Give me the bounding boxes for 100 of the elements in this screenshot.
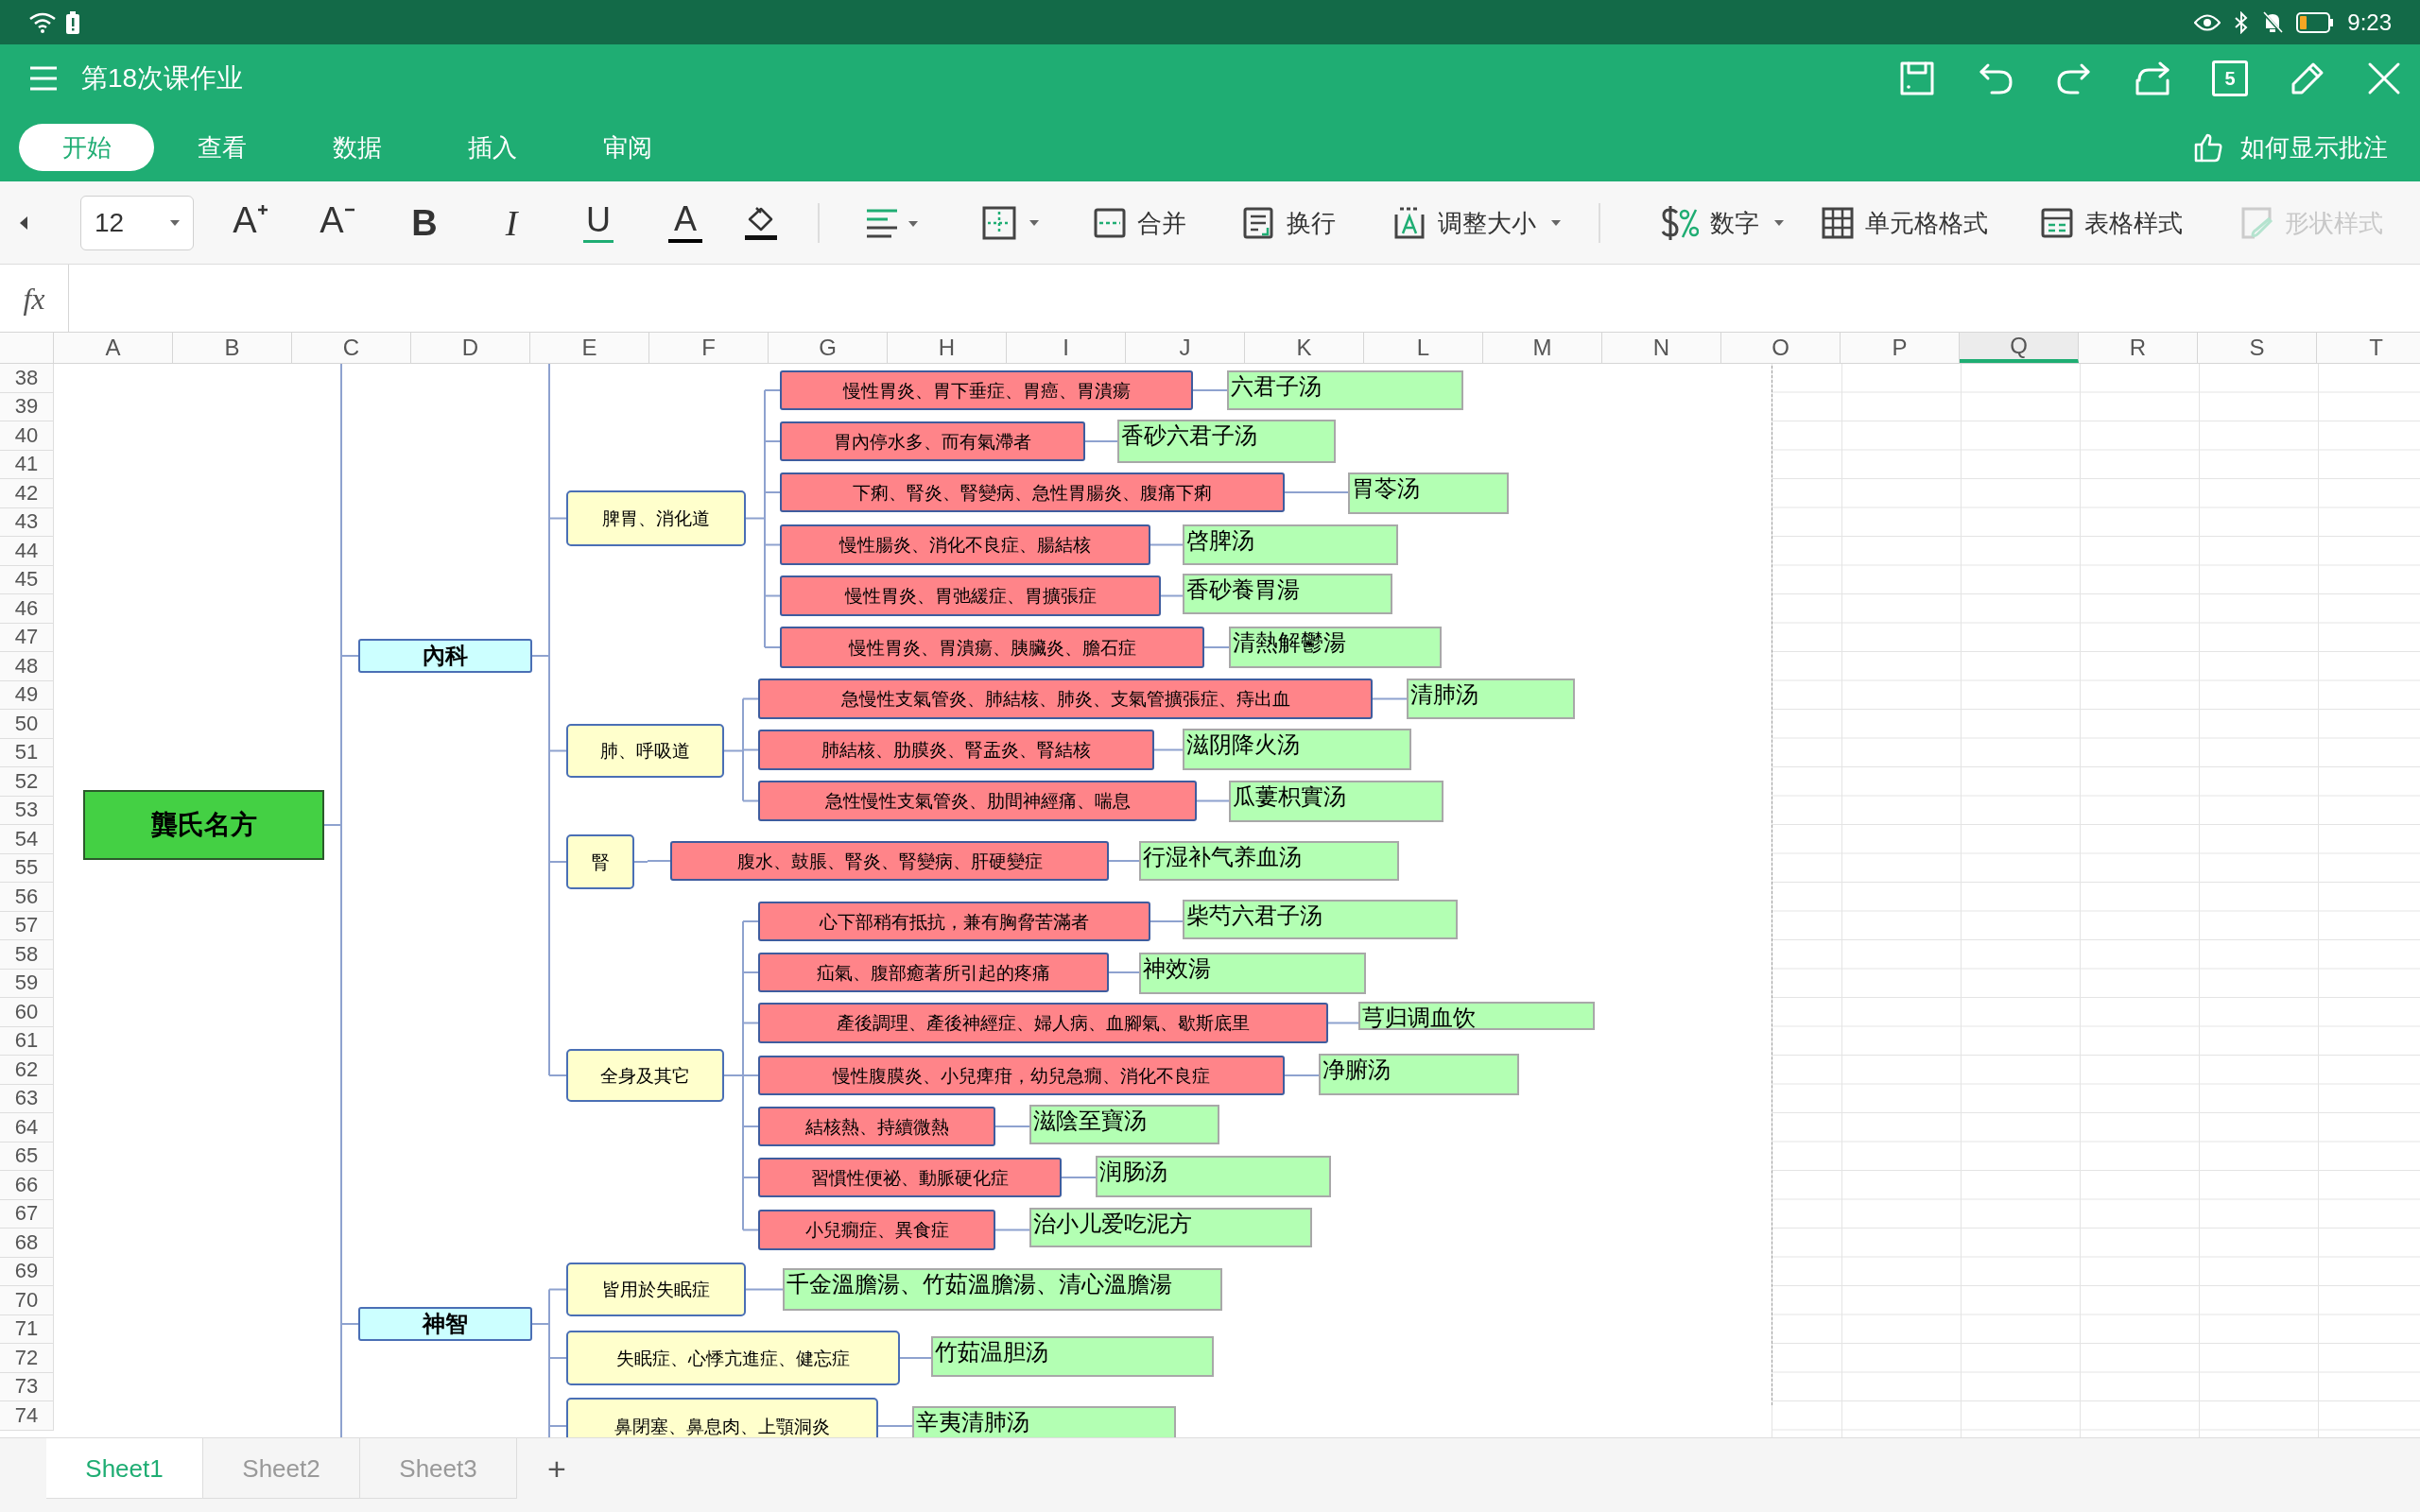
row-number[interactable]: 70 [0,1286,54,1315]
row-number[interactable]: 69 [0,1257,54,1286]
column-header[interactable]: S [2198,333,2317,363]
font-size-dropdown[interactable]: 12 [80,195,194,250]
increase-font-button[interactable]: A [220,194,281,251]
row-number[interactable]: 46 [0,594,54,624]
column-header[interactable]: E [530,333,649,363]
column-header[interactable]: Q [1960,333,2079,363]
row-number[interactable]: 42 [0,479,54,508]
symptom-node: 產後調理、產後神經症、婦人病、血腳氣、歇斯底里 [758,1003,1328,1043]
row-number[interactable]: 68 [0,1228,54,1258]
column-header[interactable]: D [411,333,530,363]
row-number[interactable]: 39 [0,392,54,421]
row-number[interactable]: 44 [0,537,54,566]
toolbar-button[interactable]: 表格样式 [2041,194,2183,251]
row-number[interactable]: 49 [0,680,54,710]
row-number[interactable]: 71 [0,1314,54,1344]
bell-off-icon [2262,10,2284,34]
row-number[interactable]: 55 [0,853,54,883]
column-header[interactable]: A [54,333,173,363]
dropdown-caret-icon [170,219,180,226]
column-header[interactable]: F [649,333,769,363]
formula-node: 柴芍六君子汤 [1183,900,1458,939]
row-number[interactable]: 48 [0,652,54,681]
italic-button[interactable]: I [481,194,542,251]
row-number[interactable]: 51 [0,738,54,767]
column-header[interactable]: G [769,333,888,363]
formula-node: 滋陰至寶汤 [1029,1105,1219,1144]
column-header[interactable]: T [2317,333,2420,363]
connector-line [1061,1177,1097,1178]
underline-button[interactable]: U [568,194,629,251]
formula-node: 润肠汤 [1096,1156,1331,1197]
row-number[interactable]: 74 [0,1401,54,1431]
row-number[interactable]: 47 [0,623,54,652]
toolbar-button[interactable]: 单元格格式 [1822,194,1988,251]
connector-line [994,1228,1030,1231]
column-header[interactable]: N [1602,333,1721,363]
row-number[interactable]: 52 [0,767,54,797]
row-number[interactable]: 64 [0,1113,54,1143]
row-number[interactable]: 56 [0,883,54,912]
row-number[interactable]: 62 [0,1056,54,1085]
column-header[interactable]: R [2079,333,2198,363]
row-number[interactable]: 73 [0,1372,54,1401]
row-number[interactable]: 58 [0,940,54,970]
column-header[interactable]: L [1364,333,1483,363]
formula-node: 治小儿爱吃泥方 [1029,1208,1312,1247]
connector-line [1372,697,1408,700]
toolbar-button[interactable]: 合并 [1094,194,1186,251]
currency-percent-icon [1661,204,1699,241]
row-number[interactable]: 61 [0,1026,54,1056]
symptom-node: 結核熱、持續微熱 [758,1107,995,1146]
column-header[interactable]: C [292,333,411,363]
connector-line [1108,971,1140,973]
bluetooth-icon [2234,10,2250,34]
column-header[interactable]: I [1007,333,1126,363]
row-number[interactable]: 59 [0,969,54,998]
column-header[interactable]: H [888,333,1007,363]
row-number[interactable]: 43 [0,507,54,537]
row-number[interactable]: 38 [0,364,54,393]
row-number[interactable]: 63 [0,1084,54,1113]
row-number[interactable]: 57 [0,911,54,940]
row-number[interactable]: 60 [0,998,54,1027]
font-color-button[interactable]: A [655,194,716,251]
clock-time: 9:23 [2347,10,2392,34]
grid-table-icon [1822,206,1854,239]
add-sheet-button[interactable]: + [538,1438,576,1499]
column-header[interactable]: J [1126,333,1245,363]
row-number[interactable]: 66 [0,1171,54,1200]
menu-icon[interactable] [28,66,59,91]
formula-node: 竹茹温胆汤 [931,1336,1214,1377]
row-number[interactable]: 45 [0,565,54,594]
subcategory-node: 全身及其它 [566,1049,724,1102]
column-header[interactable]: K [1245,333,1364,363]
share-icon[interactable] [2134,60,2171,97]
row-number[interactable]: 40 [0,421,54,451]
borders-icon[interactable] [982,205,1041,240]
row-number[interactable]: 67 [0,1199,54,1228]
battery-icon [2296,11,2335,33]
thumbs-up-icon[interactable] [2193,131,2223,163]
row-number[interactable]: 50 [0,710,54,739]
scroll-left-icon[interactable] [19,215,28,231]
row-number[interactable]: 54 [0,825,54,854]
minus-icon [343,207,355,212]
row-number[interactable]: 41 [0,450,54,479]
toolbar-button[interactable]: 调整大小 [1392,194,1561,251]
save-icon[interactable] [1898,60,1936,97]
row-number[interactable]: 72 [0,1344,54,1373]
row-number[interactable]: 53 [0,796,54,825]
connector-line [994,1125,1030,1127]
column-header[interactable]: B [173,333,292,363]
column-header[interactable]: M [1483,333,1602,363]
decrease-font-button[interactable]: A [307,194,368,251]
row-number[interactable]: 65 [0,1142,54,1171]
close-icon[interactable] [2367,61,2401,95]
connector-line [1153,748,1184,751]
formula-node: 清肺汤 [1407,679,1575,719]
toolbar-button[interactable]: 数字 [1661,194,1784,251]
toolbar-button[interactable]: 换行 [1243,194,1336,251]
bold-button[interactable]: B [394,194,455,251]
column-header[interactable]: O [1721,333,1841,363]
